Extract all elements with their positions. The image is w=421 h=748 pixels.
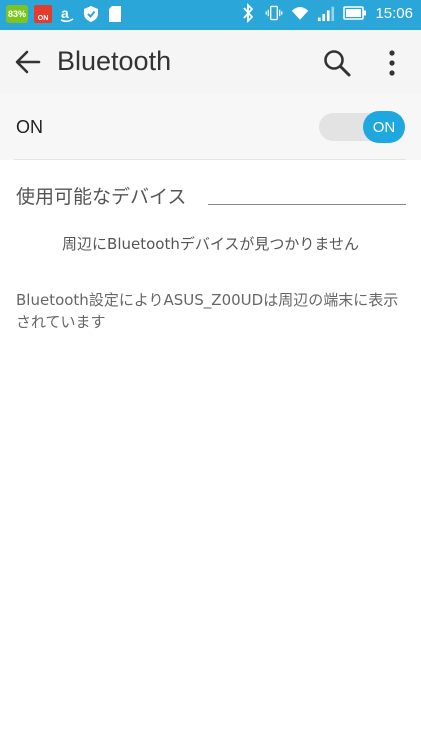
no-devices-message: 周辺にBluetoothデバイスが見つかりません [62, 235, 359, 253]
visibility-message: Bluetooth設定によりASUS_Z00UDは周辺の端末に表示されています [16, 291, 399, 331]
app-bar: Bluetooth [0, 30, 421, 94]
section-underline [208, 204, 406, 205]
system-icons: 15:06 [239, 3, 413, 23]
bluetooth-toggle-row[interactable]: ON ON [0, 94, 421, 160]
back-button[interactable] [12, 48, 44, 76]
page-title: Bluetooth [57, 46, 172, 76]
svg-text:a: a [61, 5, 69, 21]
clock: 15:06 [375, 4, 413, 22]
search-button[interactable] [322, 48, 352, 78]
shield-icon [82, 5, 100, 23]
bluetooth-switch[interactable]: ON [319, 111, 405, 143]
signal-icon [317, 4, 335, 22]
wifi-icon [291, 4, 309, 22]
notification-icons: 83% ON a [6, 5, 124, 23]
back-arrow-icon [15, 50, 41, 74]
battery-percent-badge: 83% [6, 5, 28, 23]
amazon-icon: a [58, 5, 76, 23]
more-options-button[interactable] [384, 48, 400, 78]
on-badge: ON [34, 5, 52, 23]
toggle-row-label: ON [16, 117, 43, 137]
status-bar: 83% ON a 15:06 [0, 0, 421, 30]
search-icon [324, 50, 351, 77]
bluetooth-icon [239, 3, 257, 23]
divider [14, 159, 406, 160]
more-vert-icon [389, 50, 395, 76]
sd-card-icon [106, 5, 124, 23]
battery-icon [343, 4, 367, 22]
available-devices-header: 使用可能なデバイス [16, 182, 406, 210]
on-badge-label: ON [37, 15, 49, 22]
switch-thumb: ON [363, 111, 405, 143]
section-title: 使用可能なデバイス [16, 186, 187, 208]
vibrate-icon [265, 4, 283, 22]
